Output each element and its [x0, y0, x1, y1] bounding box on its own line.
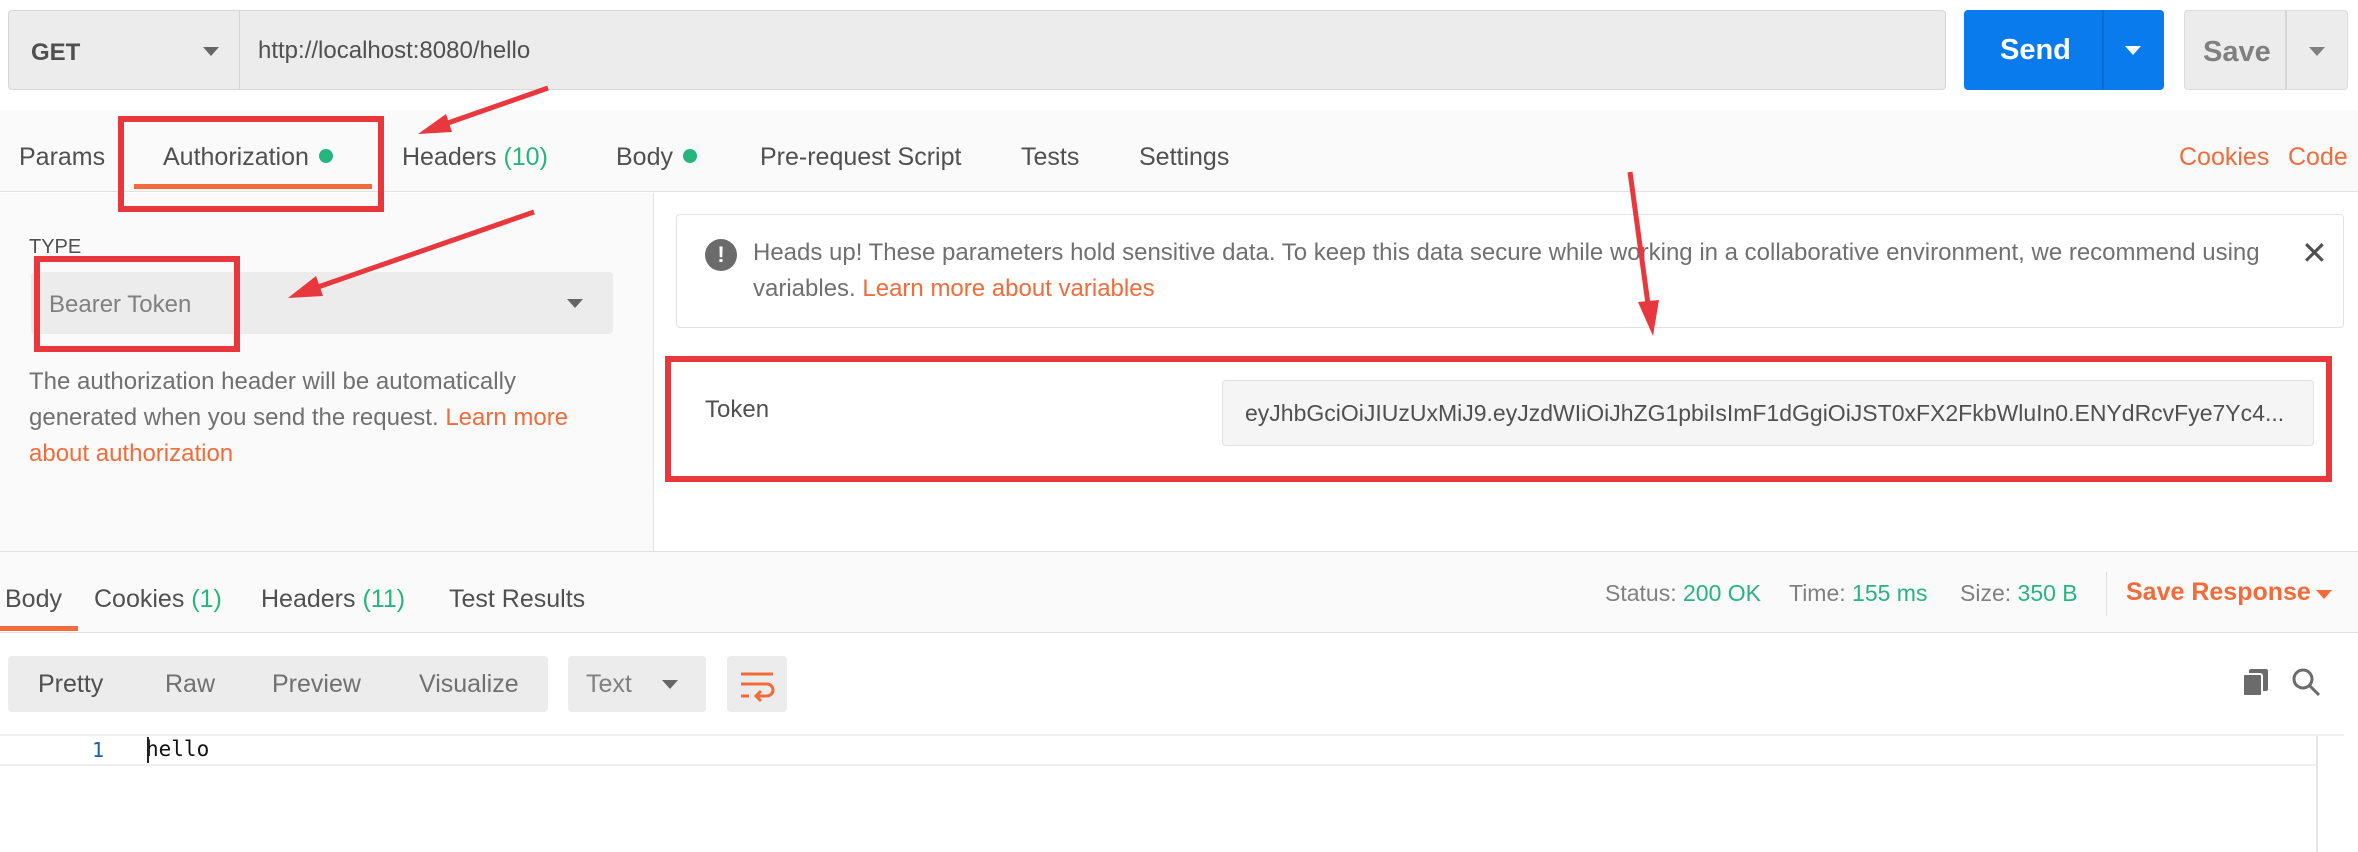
- code-link[interactable]: Code: [2288, 143, 2348, 172]
- chevron-down-icon[interactable]: [2316, 590, 2332, 599]
- time-readout: Time: 155 ms: [1789, 580, 1927, 607]
- wrap-lines-button[interactable]: [727, 656, 787, 712]
- send-options-chevron-icon[interactable]: [2125, 46, 2141, 55]
- time-label: Time:: [1789, 580, 1846, 606]
- wrap-lines-icon: [741, 672, 775, 703]
- view-raw-button[interactable]: Raw: [165, 670, 215, 699]
- tab-params[interactable]: Params: [19, 143, 105, 172]
- response-tab-cookies-count: (1): [191, 585, 222, 613]
- status-value: 200 OK: [1683, 580, 1761, 606]
- copy-icon[interactable]: [2240, 666, 2272, 698]
- response-tab-test-results[interactable]: Test Results: [449, 585, 585, 614]
- annotation-box-type: [34, 256, 240, 352]
- status-dot-icon: [682, 149, 697, 164]
- response-tab-headers-count: (11): [362, 585, 406, 613]
- chevron-down-icon: [567, 299, 583, 308]
- method-value: GET: [31, 39, 81, 66]
- editor-scrollbar[interactable]: [2316, 736, 2344, 852]
- send-label: Send: [2000, 34, 2071, 66]
- tab-prerequest-script[interactable]: Pre-request Script: [760, 143, 961, 172]
- save-options-chevron-icon[interactable]: [2309, 47, 2325, 56]
- tab-body-label: Body: [616, 143, 673, 171]
- send-button[interactable]: Send: [1964, 10, 2164, 90]
- response-tab-headers[interactable]: Headers (11): [261, 585, 405, 614]
- notice-message: Heads up! These parameters hold sensitiv…: [753, 235, 2283, 307]
- annotation-box-authorization: [118, 116, 384, 212]
- view-pretty-button[interactable]: Pretty: [38, 670, 103, 699]
- url-input[interactable]: http://localhost:8080/hello: [240, 10, 1946, 90]
- method-select[interactable]: GET: [8, 10, 240, 90]
- response-tab-cookies-label: Cookies: [94, 585, 185, 613]
- response-tab-headers-label: Headers: [261, 585, 356, 613]
- status-label: Status:: [1605, 580, 1677, 606]
- send-divider: [2102, 10, 2104, 90]
- learn-more-variables-link[interactable]: Learn more about variables: [862, 275, 1154, 302]
- size-readout: Size: 350 B: [1960, 580, 2078, 607]
- size-label: Size:: [1960, 580, 2012, 606]
- save-label: Save: [2203, 36, 2271, 68]
- divider: [2106, 572, 2107, 616]
- tab-settings[interactable]: Settings: [1139, 143, 1229, 172]
- size-value: 350 B: [2017, 580, 2078, 606]
- tab-tests[interactable]: Tests: [1021, 143, 1079, 172]
- active-response-tab-indicator: [0, 626, 78, 631]
- line-number: 1: [92, 738, 105, 762]
- save-divider: [2285, 11, 2287, 89]
- active-code-line: [0, 734, 2344, 766]
- view-visualize-button[interactable]: Visualize: [419, 670, 519, 699]
- auth-description-text: The authorization header will be automat…: [29, 368, 516, 431]
- search-icon[interactable]: [2290, 666, 2322, 698]
- cookies-link[interactable]: Cookies: [2179, 143, 2269, 172]
- save-response-button[interactable]: Save Response: [2126, 578, 2311, 607]
- close-icon[interactable]: ✕: [2301, 237, 2328, 269]
- format-value: Text: [586, 670, 632, 698]
- view-preview-button[interactable]: Preview: [272, 670, 361, 699]
- sensitive-data-notice: ! Heads up! These parameters hold sensit…: [676, 214, 2344, 328]
- response-tab-cookies[interactable]: Cookies (1): [94, 585, 222, 614]
- auth-description: The authorization header will be automat…: [29, 364, 629, 472]
- tab-headers-label: Headers: [402, 143, 497, 171]
- alert-icon: !: [705, 239, 737, 271]
- response-tab-body[interactable]: Body: [5, 585, 62, 614]
- chevron-down-icon: [662, 680, 678, 689]
- tab-headers[interactable]: Headers (10): [402, 143, 548, 172]
- tab-body[interactable]: Body: [616, 143, 697, 172]
- chevron-down-icon: [203, 47, 219, 56]
- time-value: 155 ms: [1852, 580, 1928, 606]
- status-readout: Status: 200 OK: [1605, 580, 1761, 607]
- save-button[interactable]: Save: [2184, 10, 2348, 90]
- text-cursor: [147, 737, 149, 763]
- format-select[interactable]: Text: [568, 656, 706, 712]
- tab-headers-count: (10): [503, 143, 548, 171]
- url-value: http://localhost:8080/hello: [258, 37, 531, 64]
- annotation-box-token: [665, 356, 2332, 482]
- response-body-text: hello: [146, 737, 210, 761]
